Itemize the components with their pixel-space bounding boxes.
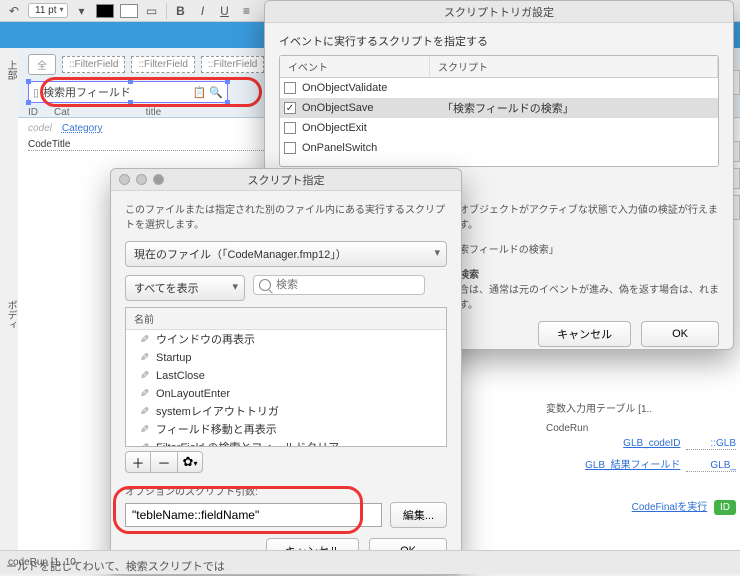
tab-all[interactable]: 全 bbox=[28, 54, 56, 75]
col-script: スクリプト bbox=[430, 56, 718, 77]
trigger-event-list[interactable]: イベント スクリプト OnObjectValidate OnObjectSave… bbox=[279, 55, 719, 167]
col-id: ID bbox=[28, 107, 38, 118]
script-icon: ✎ bbox=[140, 350, 149, 366]
glb-result-row: GLB_結果フィールド GLB_ bbox=[546, 456, 736, 472]
search-field-object[interactable]: ▯ 検索用フィールド 📋 🔍 bbox=[28, 81, 228, 103]
script-search-input[interactable] bbox=[253, 275, 425, 295]
script-item[interactable]: ✎OnLayoutEnter bbox=[126, 384, 446, 402]
bold-button[interactable]: B bbox=[173, 3, 189, 19]
edit-param-button[interactable]: 編集... bbox=[390, 502, 447, 528]
id-button[interactable]: ID bbox=[714, 500, 736, 515]
remove-script-button[interactable]: － bbox=[151, 451, 177, 473]
category-field[interactable]: Category bbox=[62, 123, 103, 134]
script-list-header: 名前 bbox=[126, 308, 446, 330]
trigger-row-OnPanelSwitch[interactable]: OnPanelSwitch bbox=[280, 138, 718, 158]
script-item[interactable]: ✎フィールド移動と再表示 bbox=[126, 420, 446, 438]
search-field-label: 検索用フィールド bbox=[43, 84, 190, 100]
script-icon: ✎ bbox=[140, 386, 149, 402]
dropdown-icon[interactable]: ▾ bbox=[74, 3, 90, 19]
var-table-label: 変数入力用テーブル [1.. bbox=[546, 400, 736, 415]
trigger-row-OnObjectExit[interactable]: OnObjectExit bbox=[280, 118, 718, 138]
script-icon: ✎ bbox=[140, 368, 149, 384]
specify-dialog-titlebar: スクリプト指定 bbox=[111, 169, 461, 191]
font-size-select[interactable]: 11 pt bbox=[28, 3, 68, 18]
add-script-button[interactable]: ＋ bbox=[125, 451, 151, 473]
trigger-row-OnObjectValidate[interactable]: OnObjectValidate bbox=[280, 78, 718, 98]
underline-button[interactable]: U bbox=[217, 3, 233, 19]
glb-codeid-value[interactable]: ::GLB bbox=[686, 438, 736, 450]
checkbox-icon[interactable] bbox=[284, 102, 296, 114]
specify-dialog-title: スクリプト指定 bbox=[248, 172, 325, 188]
glb-result-value[interactable]: GLB_ bbox=[686, 460, 736, 472]
script-param-input[interactable] bbox=[125, 503, 382, 527]
file-select[interactable]: 現在のファイル（「CodeManager.fmp12」） bbox=[125, 241, 447, 267]
col-title: title bbox=[146, 107, 162, 118]
italic-button[interactable]: I bbox=[195, 3, 211, 19]
trigger-section1: イベントに実行するスクリプトを指定する bbox=[279, 33, 719, 49]
footer-caption: ールドを記してわいて、検索スクリプトでは bbox=[0, 556, 231, 576]
script-item[interactable]: ✎systemレイアウトトリガ bbox=[126, 402, 446, 420]
filter-field-3[interactable]: ::FilterField bbox=[201, 56, 264, 73]
part-label-header: 上部 bbox=[2, 60, 18, 80]
script-icon: ✎ bbox=[140, 440, 149, 447]
opt-label: オプションのスクリプト引数: bbox=[125, 483, 447, 498]
script-item[interactable]: ✎ウインドウの再表示 bbox=[126, 330, 446, 348]
gear-button[interactable]: ✿▾ bbox=[177, 451, 203, 473]
code-run-label: CodeRun bbox=[546, 423, 736, 434]
align-tool-icon[interactable]: ≡ bbox=[239, 3, 255, 19]
specify-intro: このファイルまたは指定された別のファイル内にある実行するスクリプトを選択します。 bbox=[125, 201, 447, 231]
codefinal-link[interactable]: CodeFinalを実行 bbox=[632, 502, 708, 513]
codel-field[interactable]: codel bbox=[28, 123, 52, 134]
script-icon: ✎ bbox=[140, 404, 149, 420]
undo-icon[interactable]: ↶ bbox=[6, 3, 22, 19]
glb-codeid-label[interactable]: GLB_codeID bbox=[623, 438, 680, 449]
filter-field-1[interactable]: ::FilterField bbox=[62, 56, 125, 73]
trigger-row-OnObjectSave[interactable]: OnObjectSave「検索フィールドの検索」 bbox=[280, 98, 718, 118]
trigger-dialog-title: スクリプトトリガ設定 bbox=[265, 1, 733, 23]
col-cat: Cat bbox=[54, 107, 70, 118]
var-panel: 変数入力用テーブル [1.. CodeRun GLB_codeID ::GLB … bbox=[546, 400, 736, 515]
text-color-swatch[interactable] bbox=[96, 4, 114, 18]
glb-result-label[interactable]: GLB_結果フィールド bbox=[585, 460, 680, 471]
glb-codeid-row: GLB_codeID ::GLB bbox=[546, 438, 736, 450]
col-event: イベント bbox=[280, 56, 430, 77]
trigger-ok-button[interactable]: OK bbox=[641, 321, 719, 347]
window-controls[interactable] bbox=[119, 174, 164, 185]
script-item[interactable]: ✎FilterField の検索とフィールドクリア bbox=[126, 438, 446, 447]
script-item[interactable]: ✎LastClose bbox=[126, 366, 446, 384]
border-tool-icon[interactable]: ▭ bbox=[144, 3, 160, 19]
specify-script-dialog: スクリプト指定 このファイルまたは指定された別のファイル内にある実行するスクリプ… bbox=[110, 168, 462, 575]
filter-field-2[interactable]: ::FilterField bbox=[131, 56, 194, 73]
checkbox-icon[interactable] bbox=[284, 82, 296, 94]
doc-icon: ▯ bbox=[33, 86, 39, 99]
trigger-cancel-button[interactable]: キャンセル bbox=[538, 321, 631, 347]
script-icon: ✎ bbox=[140, 422, 149, 438]
checkbox-icon[interactable] bbox=[284, 122, 296, 134]
part-label-body: ボディ bbox=[2, 300, 18, 330]
search-icon bbox=[259, 279, 271, 291]
script-list-toolbar: ＋ － ✿▾ bbox=[125, 451, 447, 473]
show-filter-select[interactable]: すべてを表示 bbox=[125, 275, 245, 301]
magnifier-icon[interactable]: 🔍 bbox=[209, 86, 223, 99]
clipboard-icon[interactable]: 📋 bbox=[193, 86, 207, 99]
script-icon: ✎ bbox=[140, 332, 149, 348]
divider bbox=[166, 3, 167, 19]
script-list[interactable]: 名前 ✎ウインドウの再表示✎Startup✎LastClose✎OnLayout… bbox=[125, 307, 447, 447]
fill-color-swatch[interactable] bbox=[120, 4, 138, 18]
checkbox-icon[interactable] bbox=[284, 142, 296, 154]
script-item[interactable]: ✎Startup bbox=[126, 348, 446, 366]
trigger-prop3-label: 検索 bbox=[459, 270, 479, 281]
